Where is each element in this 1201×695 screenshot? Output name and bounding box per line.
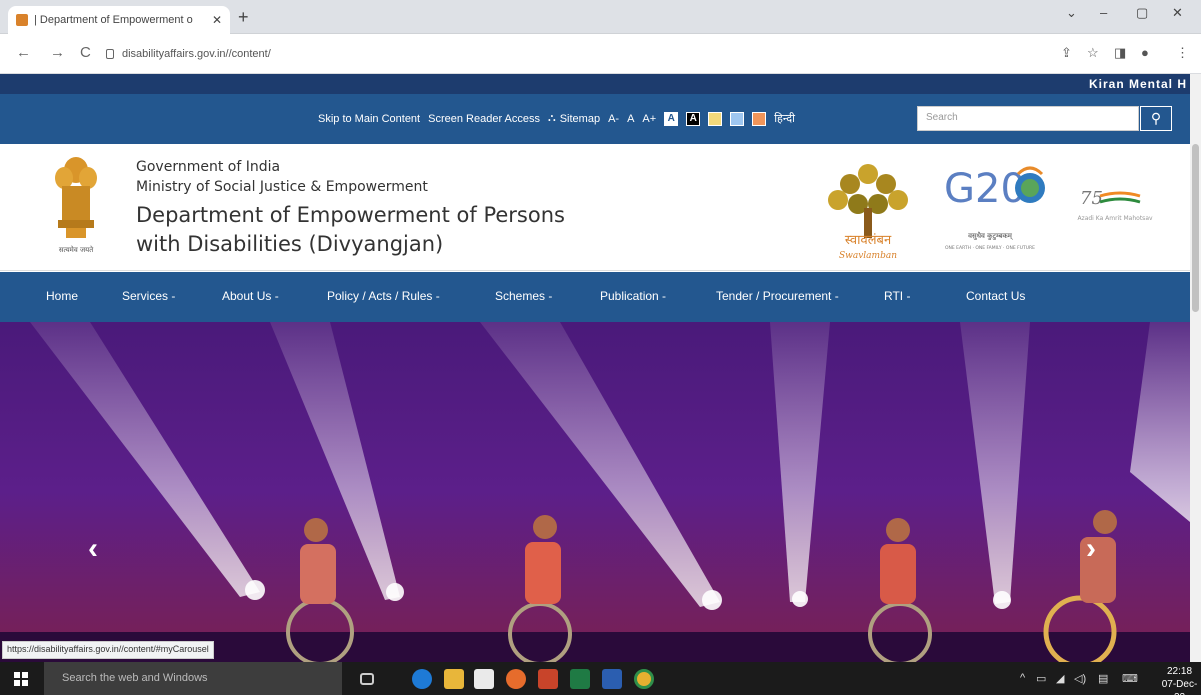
carousel-slide-image xyxy=(0,322,1190,662)
department-title[interactable]: Department of Empowerment of Persons xyxy=(136,201,565,230)
theme-orange-button[interactable] xyxy=(752,111,767,126)
network-icon[interactable]: ◢ xyxy=(1056,672,1064,685)
g20-tagline: ONE EARTH · ONE FAMILY · ONE FUTURE xyxy=(945,245,1035,251)
theme-yellow-button[interactable] xyxy=(708,111,723,126)
accessibility-bar: Skip to Main Content Screen Reader Acces… xyxy=(0,94,1190,144)
search-icon: ⚲ xyxy=(1150,110,1162,126)
clock-date: 07-Dec-22 xyxy=(1161,679,1198,695)
edge-browser-icon[interactable] xyxy=(412,669,432,689)
nav-about-us[interactable]: About Us - xyxy=(222,289,279,303)
window-minimize-button[interactable]: – xyxy=(1100,5,1107,20)
search-button[interactable]: ⚲ xyxy=(1140,106,1172,131)
theme-blue-button[interactable] xyxy=(730,111,745,126)
window-maximize-button[interactable]: ▢ xyxy=(1136,5,1148,21)
browser-menu-icon[interactable]: ⋮ xyxy=(1176,45,1189,61)
back-button[interactable]: ← xyxy=(16,44,31,61)
swavlamban-logo[interactable]: स्वावलंबन Swavlamban xyxy=(812,152,924,262)
skip-to-main-link[interactable]: Skip to Main Content xyxy=(318,113,420,125)
windows-start-icon[interactable] xyxy=(14,672,28,686)
clock-time: 22:18 xyxy=(1166,666,1193,677)
contrast-dark-button[interactable]: A xyxy=(686,111,701,126)
store-icon[interactable] xyxy=(474,669,494,689)
g20-text: G20 xyxy=(944,166,1026,212)
site-header: सत्यमेव जयते Government of India Ministr… xyxy=(0,144,1190,271)
profile-icon[interactable]: ● xyxy=(1141,45,1149,60)
g20-logo[interactable]: G20 वसुधैव कुटुम्बकम् ONE EARTH · ONE FA… xyxy=(930,158,1052,254)
taskbar-search-input[interactable]: Search the web and Windows xyxy=(44,662,342,695)
url-input[interactable]: disabilityaffairs.gov.in//content/ xyxy=(106,42,1036,66)
ministry-text: Ministry of Social Justice & Empowerment xyxy=(136,179,428,195)
national-emblem-logo[interactable]: सत्यमेव जयते xyxy=(52,152,100,256)
hindi-language-link[interactable]: हिन्दी xyxy=(774,111,795,126)
browser-tab[interactable]: | Department of Empowerment o ✕ xyxy=(8,6,230,34)
notification-icon[interactable]: ▤ xyxy=(1098,672,1108,685)
azadi-number: 75 xyxy=(1080,188,1103,209)
swavlamban-hindi-text: स्वावलंबन xyxy=(845,233,892,248)
carousel-next-icon[interactable]: › xyxy=(1086,532,1096,566)
taskbar-clock[interactable]: 22:18 07-Dec-22 xyxy=(1158,665,1201,695)
azadi-ka-amrit-mahotsav-logo[interactable]: 75 Azadi Ka Amrit Mahotsav xyxy=(1070,184,1160,229)
gov-of-india-text: Government of India xyxy=(136,159,281,175)
keyboard-icon[interactable]: ⌨ xyxy=(1122,672,1138,685)
emblem-caption: सत्यमेव जयते xyxy=(59,245,94,254)
reload-button[interactable]: C xyxy=(80,44,91,61)
search-input[interactable]: Search xyxy=(917,106,1139,131)
chrome-icon[interactable] xyxy=(634,669,654,689)
nav-tender-procurement[interactable]: Tender / Procurement - xyxy=(716,289,839,303)
nav-contact-us[interactable]: Contact Us xyxy=(966,289,1025,303)
azadi-text: Azadi Ka Amrit Mahotsav xyxy=(1077,215,1153,222)
bookmark-star-icon[interactable]: ☆ xyxy=(1087,45,1099,61)
sitemap-link[interactable]: Sitemap xyxy=(560,113,600,125)
font-decrease-button[interactable]: A- xyxy=(608,113,619,125)
share-icon[interactable]: ⇪ xyxy=(1061,45,1072,61)
nav-home[interactable]: Home xyxy=(46,289,78,303)
scrollbar-thumb[interactable] xyxy=(1192,144,1199,312)
carousel-prev-icon[interactable]: ‹ xyxy=(88,532,98,566)
news-ticker: Kiran Mental H xyxy=(0,74,1201,94)
nav-services[interactable]: Services - xyxy=(122,289,175,303)
tab-title: | Department of Empowerment o xyxy=(34,14,193,26)
department-subtitle[interactable]: with Disabilities (Divyangjan) xyxy=(136,230,565,259)
contrast-light-button[interactable]: A xyxy=(664,111,679,126)
screen-reader-link[interactable]: Screen Reader Access xyxy=(428,113,540,125)
hero-carousel[interactable]: ‹ › xyxy=(0,322,1190,662)
page-scrollbar[interactable] xyxy=(1190,74,1201,662)
g20-caption: वसुधैव कुटुम्बकम् xyxy=(968,231,1013,240)
lock-icon xyxy=(106,49,114,59)
browser-tab-bar: | Department of Empowerment o ✕ + ⌄ – ▢ … xyxy=(0,0,1201,34)
font-normal-button[interactable]: A xyxy=(627,113,634,125)
nav-policy-acts-rules[interactable]: Policy / Acts / Rules - xyxy=(327,289,440,303)
firefox-icon[interactable] xyxy=(506,669,526,689)
tab-search-icon[interactable]: ⌄ xyxy=(1066,5,1077,21)
main-navigation: Home Services - About Us - Policy / Acts… xyxy=(0,272,1190,322)
windows-taskbar: Search the web and Windows ^ ▭ ◢ ◁) ▤ ⌨ … xyxy=(0,662,1201,695)
swavlamban-en-text: Swavlamban xyxy=(839,251,897,261)
tray-chevron-icon[interactable]: ^ xyxy=(1020,672,1025,684)
file-explorer-icon[interactable] xyxy=(444,669,464,689)
forward-button[interactable]: → xyxy=(50,44,65,61)
site-favicon-icon xyxy=(16,14,28,26)
new-tab-button[interactable]: + xyxy=(238,7,249,28)
powerpoint-icon[interactable] xyxy=(538,669,558,689)
url-text: disabilityaffairs.gov.in//content/ xyxy=(122,48,271,60)
nav-schemes[interactable]: Schemes - xyxy=(495,289,552,303)
window-close-button[interactable]: ✕ xyxy=(1172,5,1183,21)
side-panel-icon[interactable]: ◨ xyxy=(1114,45,1126,61)
status-url-tooltip: https://disabilityaffairs.gov.in//conten… xyxy=(2,641,214,659)
sitemap-icon: ⛬ xyxy=(548,112,556,124)
font-increase-button[interactable]: A+ xyxy=(642,113,656,125)
nav-publication[interactable]: Publication - xyxy=(600,289,666,303)
tab-close-icon[interactable]: ✕ xyxy=(212,13,222,27)
word-icon[interactable] xyxy=(602,669,622,689)
nav-rti[interactable]: RTI - xyxy=(884,289,910,303)
ticker-text[interactable]: Kiran Mental H xyxy=(1089,77,1187,91)
battery-icon[interactable]: ▭ xyxy=(1036,672,1046,685)
excel-icon[interactable] xyxy=(570,669,590,689)
volume-icon[interactable]: ◁) xyxy=(1074,672,1086,685)
task-view-icon[interactable] xyxy=(360,673,374,685)
browser-address-bar: ← → C disabilityaffairs.gov.in//content/… xyxy=(0,34,1201,74)
